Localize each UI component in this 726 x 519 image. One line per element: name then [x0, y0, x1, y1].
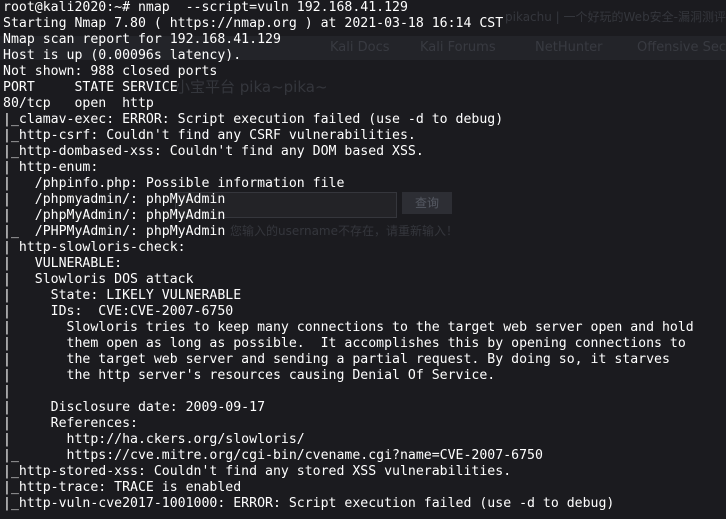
terminal-output-line: Nmap scan report for 192.168.41.129 — [3, 32, 281, 47]
terminal-output-line: | /phpmyadmin/: phpMyAdmin — [3, 192, 226, 207]
terminal-output-line: |_http-dombased-xss: Couldn't find any D… — [3, 144, 424, 159]
terminal-output-line: PORT STATE SERVICE — [3, 80, 178, 95]
terminal-window[interactable]: pikachu | 一个好玩的Web安全-漏洞测评平台 Kali Docs Ka… — [0, 0, 726, 519]
terminal-output-line: 80/tcp open http — [3, 96, 154, 111]
terminal-output-line: | VULNERABLE: — [3, 256, 123, 271]
terminal-output-line: | Slowloris DOS attack — [3, 272, 194, 287]
terminal-output-line: |_http-vuln-cve2017-1001000: ERROR: Scri… — [3, 496, 615, 511]
terminal-output-line: |_http-stored-xss: Couldn't find any sto… — [3, 464, 512, 479]
terminal-output-line: | http-slowloris-check: — [3, 240, 186, 255]
terminal-output-line: |_clamav-exec: ERROR: Script execution f… — [3, 112, 504, 127]
terminal-output-line: | References: — [3, 416, 138, 431]
terminal-output-line: |_http-trace: TRACE is enabled — [3, 480, 242, 495]
terminal-output-line: Host is up (0.00096s latency). — [3, 48, 242, 63]
terminal-output-line: | the http server's resources causing De… — [3, 368, 496, 383]
terminal-output-line: |_ https://cve.mitre.org/cgi-bin/cvename… — [3, 448, 543, 463]
terminal-output-line: Not shown: 988 closed ports — [3, 64, 218, 79]
terminal-output-line: | State: LIKELY VULNERABLE — [3, 288, 242, 303]
terminal-output-line: Starting Nmap 7.80 ( https://nmap.org ) … — [3, 16, 504, 31]
terminal-output-line: | them open as long as possible. It acco… — [3, 336, 686, 351]
terminal-output-line: |_http-csrf: Couldn't find any CSRF vuln… — [3, 128, 416, 143]
terminal-output-line: | http-enum: — [3, 160, 99, 175]
terminal-output-line: | the target web server and sending a pa… — [3, 352, 670, 367]
terminal-output-line: | http://ha.ckers.org/slowloris/ — [3, 432, 305, 447]
terminal-output-line: | IDs: CVE:CVE-2007-6750 — [3, 304, 234, 319]
terminal-output: root@kali2020:~# nmap --script=vuln 192.… — [3, 0, 694, 512]
terminal-output-line: | Slowloris tries to keep many connectio… — [3, 320, 694, 335]
terminal-output-line: | /phpinfo.php: Possible information fil… — [3, 176, 345, 191]
terminal-output-line: | Disclosure date: 2009-09-17 — [3, 400, 266, 415]
terminal-output-line: | — [3, 384, 11, 399]
terminal-output-line: | /phpMyAdmin/: phpMyAdmin — [3, 208, 226, 223]
terminal-output-line: |_ /PHPMyAdmin/: phpMyAdmin — [3, 224, 226, 239]
terminal-command-line: root@kali2020:~# nmap --script=vuln 192.… — [3, 0, 408, 15]
